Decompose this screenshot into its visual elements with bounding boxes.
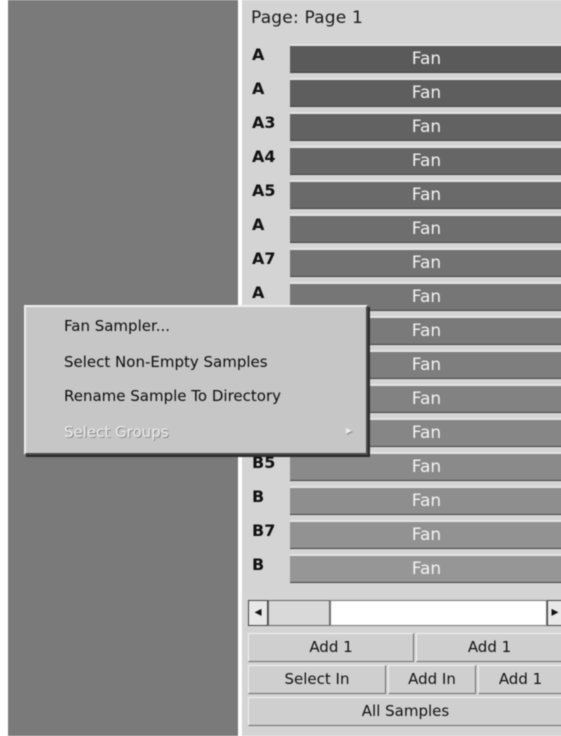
sample-row[interactable]: B Fan <box>244 550 561 584</box>
sample-bar[interactable]: Fan <box>290 180 561 209</box>
scroll-right-arrow-icon[interactable]: ▸ <box>547 600 561 626</box>
sample-row[interactable]: A7 Fan <box>244 244 561 278</box>
submenu-arrow-icon: ▸ <box>345 423 352 437</box>
sample-bar[interactable]: Fan <box>290 452 561 481</box>
all-samples-button[interactable]: All Samples <box>248 697 561 726</box>
sample-row[interactable]: A5 Fan <box>244 176 561 210</box>
sample-row-label: A4 <box>252 147 276 166</box>
scroll-track[interactable] <box>330 600 547 626</box>
sample-bar[interactable]: Fan <box>290 112 561 141</box>
sample-row-label: A5 <box>252 181 276 200</box>
add-in-button[interactable]: Add In <box>388 665 476 694</box>
sample-row-label: A <box>252 215 265 234</box>
sample-row[interactable]: A3 Fan <box>244 108 561 142</box>
sample-bar[interactable]: Fan <box>290 146 561 175</box>
sample-row-label: B5 <box>252 453 276 472</box>
sample-bar[interactable]: Fan <box>290 520 561 549</box>
button-row-3: All Samples <box>244 696 561 726</box>
sample-row-label: B <box>252 555 265 574</box>
scroll-left-arrow-icon[interactable]: ◂ <box>248 600 268 626</box>
menu-item-rename-sample-to-directory[interactable]: Rename Sample To Directory <box>64 387 281 405</box>
select-in-button[interactable]: Select In <box>248 665 386 694</box>
sample-row[interactable]: B7 Fan <box>244 516 561 550</box>
sample-row[interactable]: A Fan <box>244 210 561 244</box>
sample-row[interactable]: A Fan <box>244 74 561 108</box>
sample-row-label: B7 <box>252 521 276 540</box>
sample-row-label: A7 <box>252 249 276 268</box>
sample-row-label: A <box>252 283 265 302</box>
add-button-1[interactable]: Add 1 <box>248 633 414 662</box>
sample-bar[interactable]: Fan <box>290 44 561 73</box>
sample-bar[interactable]: Fan <box>290 486 561 515</box>
context-menu: Fan Sampler... Select Non-Empty Samples … <box>24 305 368 455</box>
sample-bar[interactable]: Fan <box>290 554 561 583</box>
sample-row-label: B <box>252 487 265 506</box>
sample-row-label: A <box>252 45 265 64</box>
sample-row[interactable]: B Fan <box>244 482 561 516</box>
sample-row[interactable]: A4 Fan <box>244 142 561 176</box>
button-row-1: Add 1 Add 1 <box>244 632 561 662</box>
menu-item-select-groups: Select Groups <box>64 423 169 441</box>
sample-row[interactable]: A Fan <box>244 40 561 74</box>
sample-bar[interactable]: Fan <box>290 214 561 243</box>
sample-row-label: A <box>252 79 265 98</box>
sample-row-label: A3 <box>252 113 276 132</box>
horizontal-scrollbar[interactable]: ◂ ▸ <box>244 596 561 628</box>
menu-item-fan-sampler[interactable]: Fan Sampler... <box>64 317 170 335</box>
page-title: Page: Page 1 <box>251 8 364 28</box>
add-one-button[interactable]: Add 1 <box>478 665 561 694</box>
sample-bar[interactable]: Fan <box>290 248 561 277</box>
add-button-2[interactable]: Add 1 <box>416 633 561 662</box>
menu-item-select-non-empty-samples[interactable]: Select Non-Empty Samples <box>64 353 268 371</box>
sample-bar[interactable]: Fan <box>290 78 561 107</box>
scroll-thumb[interactable] <box>268 600 330 626</box>
button-row-2: Select In Add In Add 1 <box>244 664 561 694</box>
